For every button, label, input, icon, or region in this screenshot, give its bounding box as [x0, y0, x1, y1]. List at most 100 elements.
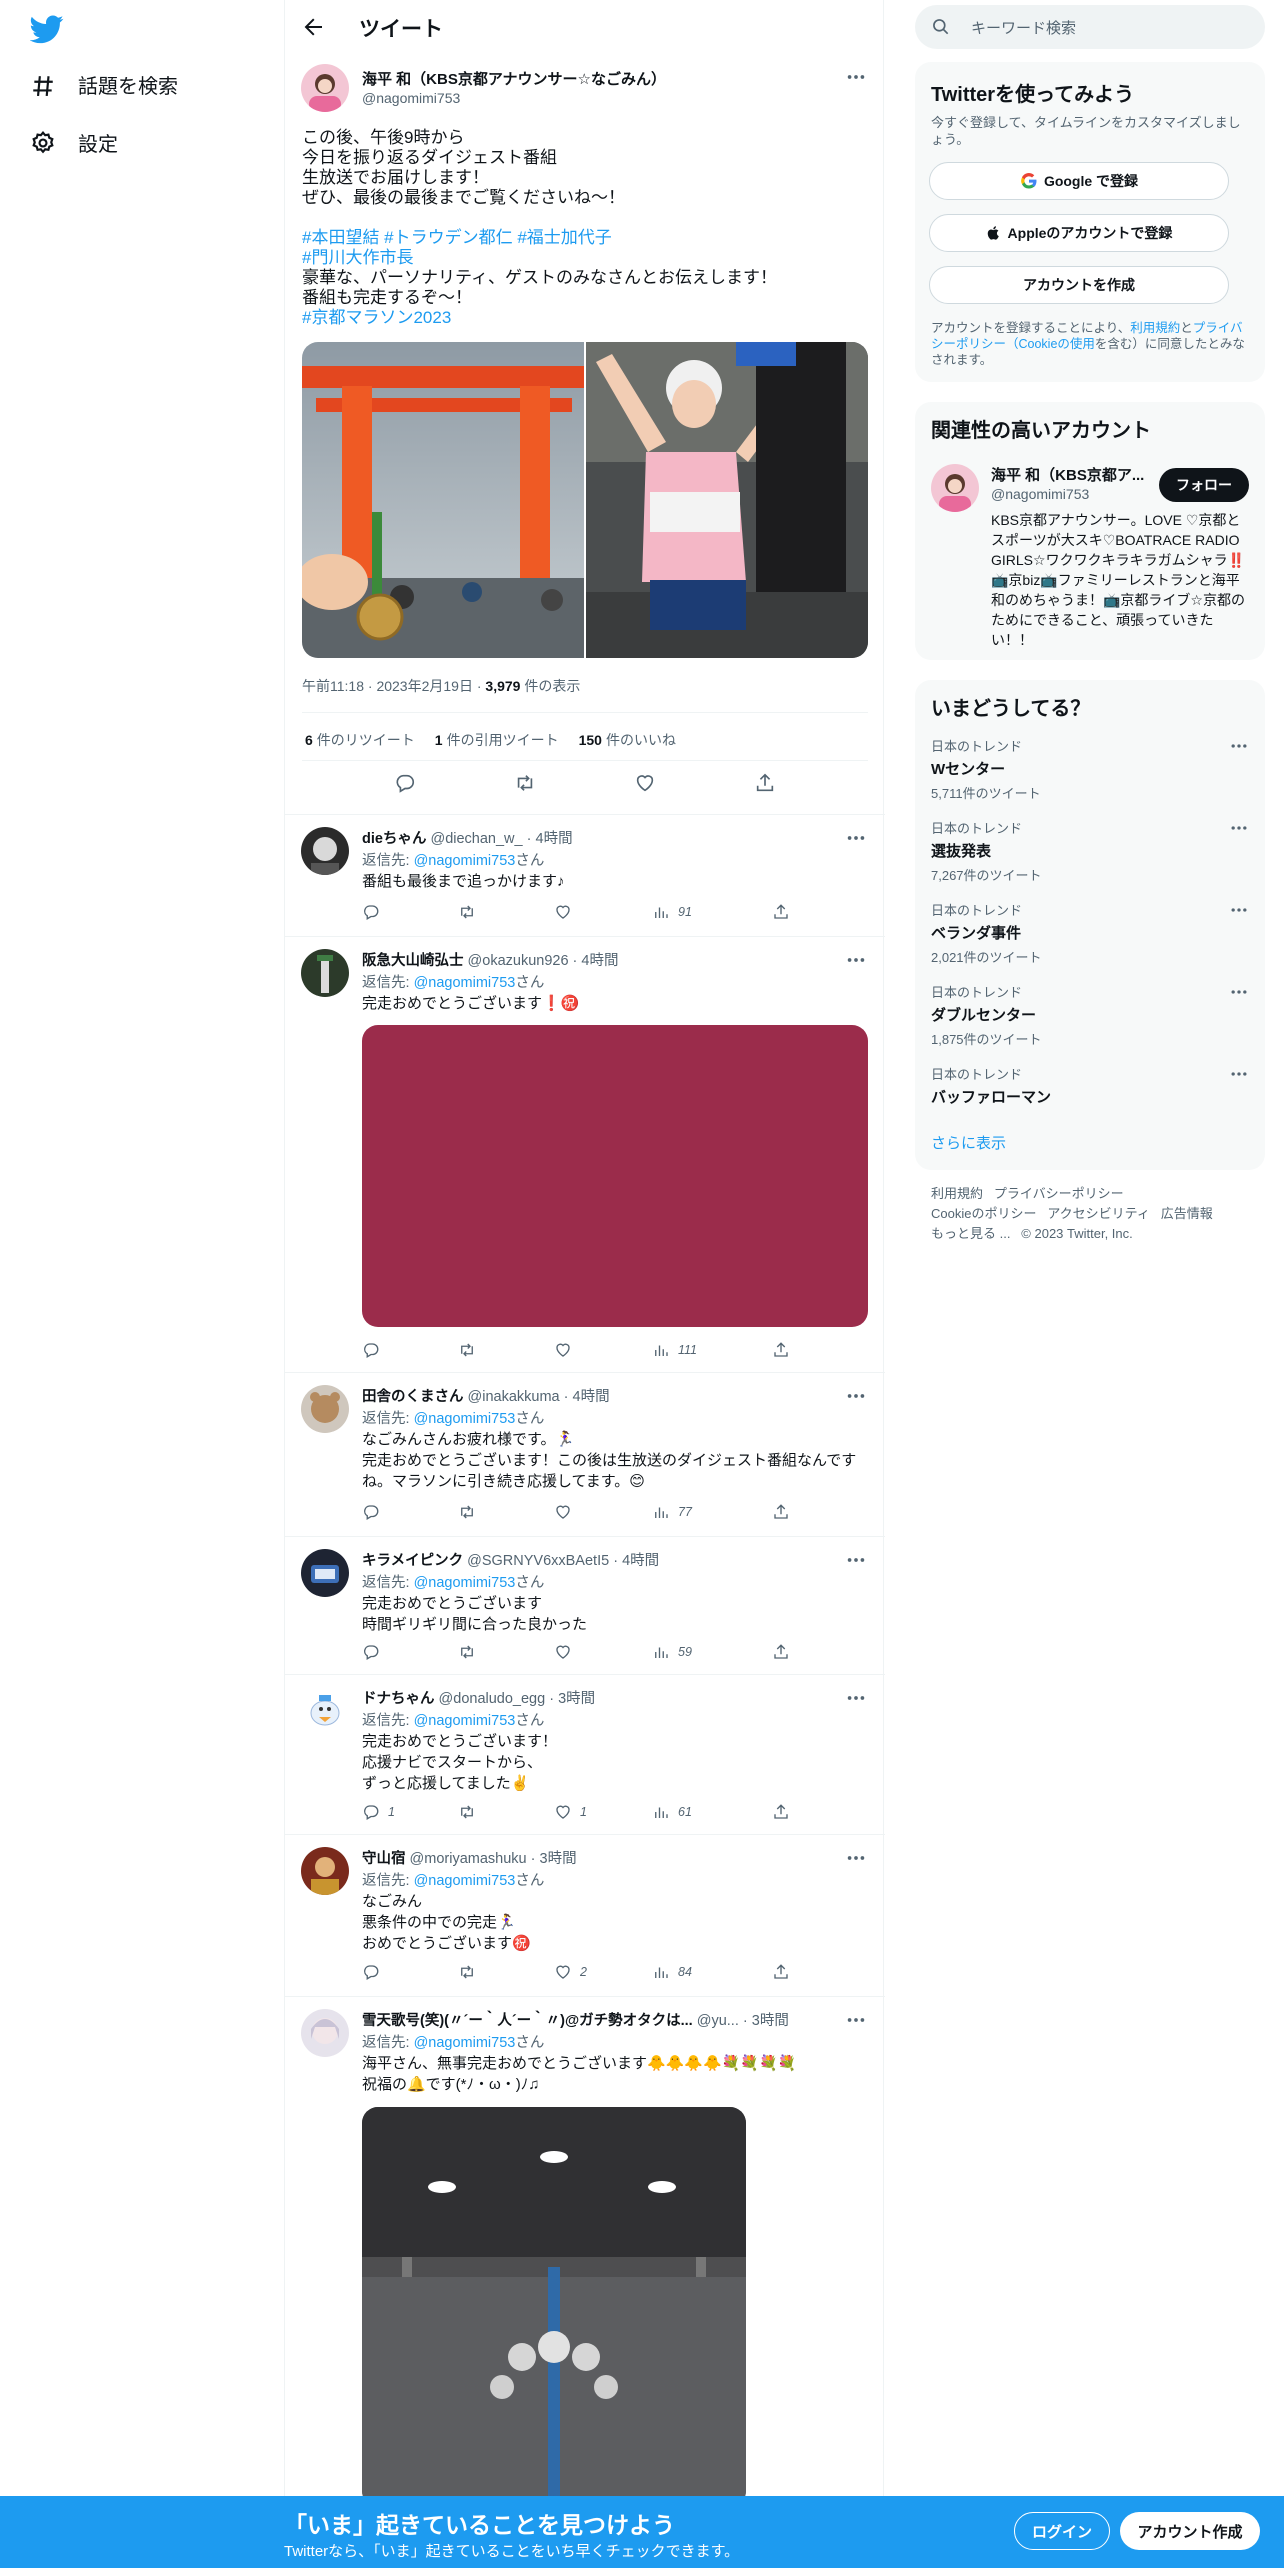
- reply-handle[interactable]: @moriyamashuku: [410, 1851, 527, 1867]
- tweet-hashtags-3[interactable]: #京都マラソン2023: [302, 308, 872, 328]
- footer-privacy[interactable]: プライバシーポリシー: [994, 1186, 1124, 1201]
- login-button[interactable]: ログイン: [1014, 2512, 1110, 2550]
- footer-accessibility[interactable]: アクセシビリティ: [1047, 1206, 1150, 1221]
- trend-item[interactable]: 日本のトレンド 選抜発表 7,267件のツイート: [931, 818, 1249, 884]
- share-button[interactable]: [772, 903, 790, 921]
- search-input[interactable]: キーワード検索: [971, 17, 1076, 38]
- trend-item[interactable]: 日本のトレンド バッファローマン: [931, 1064, 1249, 1107]
- reply-handle[interactable]: @donaludo_egg: [439, 1691, 546, 1707]
- retweet-icon[interactable]: [514, 772, 536, 794]
- more-icon[interactable]: [1229, 818, 1249, 838]
- more-icon[interactable]: [1229, 736, 1249, 756]
- retweet-button[interactable]: [458, 1341, 484, 1359]
- retweet-button[interactable]: [458, 1963, 484, 1981]
- author-avatar[interactable]: [301, 64, 349, 112]
- reply-name[interactable]: 守山宿: [362, 1851, 406, 1867]
- reply-avatar[interactable]: [301, 1385, 349, 1433]
- reply-button[interactable]: [362, 1963, 388, 1981]
- views-button[interactable]: 91: [652, 903, 692, 921]
- quotes-stat[interactable]: 1 件の引用ツイート: [435, 730, 559, 750]
- reply-icon[interactable]: [394, 772, 416, 794]
- footer-ads[interactable]: 広告情報: [1161, 1206, 1213, 1221]
- views-button[interactable]: 61: [652, 1803, 692, 1821]
- share-button[interactable]: [772, 1503, 790, 1521]
- reply-name[interactable]: 阪急大山崎弘士: [362, 953, 464, 969]
- more-icon[interactable]: [1229, 982, 1249, 1002]
- reply-tweet[interactable]: 田舎のくまさん @inakakkuma · 4時間 返信先: @nagomimi…: [285, 1372, 885, 1536]
- footer-more[interactable]: もっと見る ...: [931, 1226, 1010, 1241]
- reply-time[interactable]: 3時間: [752, 2013, 789, 2029]
- views-button[interactable]: 77: [652, 1503, 692, 1521]
- reply-handle[interactable]: @diechan_w_: [430, 831, 522, 847]
- hashtag-link[interactable]: #本田望結 #トラウデン都仁 #福士加代子: [302, 228, 612, 247]
- google-signup-button[interactable]: Google で登録: [929, 162, 1229, 200]
- tweet-hashtags-1[interactable]: #本田望結 #トラウデン都仁 #福士加代子: [302, 228, 872, 248]
- hashtag-link[interactable]: #京都マラソン2023: [302, 308, 451, 327]
- apple-signup-button[interactable]: Appleのアカウントで登録: [929, 214, 1229, 252]
- photo-runner[interactable]: [586, 342, 868, 658]
- related-name[interactable]: 海平 和（KBS京都ア...: [991, 464, 1151, 485]
- reply-handle[interactable]: @okazukun926: [468, 953, 569, 969]
- more-icon[interactable]: [845, 66, 867, 88]
- tweet-hashtags-2[interactable]: #門川大作市長: [302, 248, 872, 268]
- reply-tweet[interactable]: 守山宿 @moriyamashuku · 3時間 返信先: @nagomimi7…: [285, 1834, 885, 1996]
- reply-button[interactable]: [362, 903, 388, 921]
- reply-media[interactable]: [362, 1025, 868, 1327]
- reply-tweet[interactable]: ドナちゃん @donaludo_egg · 3時間 返信先: @nagomimi…: [285, 1674, 885, 1834]
- reply-avatar[interactable]: [301, 827, 349, 875]
- nav-explore[interactable]: 話題を検索: [30, 70, 178, 99]
- reply-time[interactable]: 3時間: [558, 1691, 595, 1707]
- reply-time[interactable]: 4時間: [573, 1389, 610, 1405]
- reply-to-link[interactable]: @nagomimi753: [414, 2035, 516, 2051]
- back-arrow-icon[interactable]: [301, 15, 325, 39]
- nav-settings[interactable]: 設定: [30, 128, 118, 157]
- tweet-date[interactable]: 2023年2月19日: [376, 678, 473, 694]
- reply-tweet[interactable]: 阪急大山崎弘士 @okazukun926 · 4時間 返信先: @nagomim…: [285, 936, 885, 1372]
- retweet-button[interactable]: [458, 1803, 484, 1821]
- like-button[interactable]: 2: [554, 1963, 587, 1981]
- like-button[interactable]: [554, 1341, 580, 1359]
- reply-name[interactable]: キラメイピンク: [362, 1553, 463, 1569]
- more-icon[interactable]: [845, 827, 867, 849]
- views-button[interactable]: 59: [652, 1643, 692, 1661]
- reply-avatar[interactable]: [301, 1847, 349, 1895]
- reply-to-link[interactable]: @nagomimi753: [414, 1411, 516, 1427]
- more-icon[interactable]: [845, 1687, 867, 1709]
- share-icon[interactable]: [754, 772, 776, 794]
- tweet-time[interactable]: 午前11:18: [302, 678, 364, 694]
- views-button[interactable]: 111: [652, 1341, 697, 1359]
- author-name[interactable]: 海平 和（KBS京都アナウンサー☆なごみん）: [362, 68, 666, 89]
- search-box[interactable]: キーワード検索: [915, 5, 1265, 49]
- like-button[interactable]: [554, 1503, 580, 1521]
- likes-stat[interactable]: 150 件のいいね: [579, 730, 676, 750]
- reply-name[interactable]: 田舎のくまさん: [362, 1389, 464, 1405]
- reply-to-link[interactable]: @nagomimi753: [414, 853, 516, 869]
- author-handle[interactable]: @nagomimi753: [362, 90, 460, 106]
- terms-link[interactable]: 利用規約: [1130, 321, 1180, 335]
- hashtag-link[interactable]: #門川大作市長: [302, 248, 413, 267]
- more-icon[interactable]: [845, 2009, 867, 2031]
- reply-button[interactable]: [362, 1503, 388, 1521]
- reply-time[interactable]: 3時間: [540, 1851, 577, 1867]
- share-button[interactable]: [772, 1803, 790, 1821]
- show-more-link[interactable]: さらに表示: [931, 1132, 1006, 1153]
- reply-handle[interactable]: @yu...: [697, 2013, 739, 2029]
- reply-handle[interactable]: @inakakkuma: [468, 1389, 560, 1405]
- reply-time[interactable]: 4時間: [622, 1553, 659, 1569]
- reply-avatar[interactable]: [301, 949, 349, 997]
- trend-item[interactable]: 日本のトレンド ベランダ事件 2,021件のツイート: [931, 900, 1249, 966]
- like-icon[interactable]: [634, 772, 656, 794]
- trend-item[interactable]: 日本のトレンド Wセンター 5,711件のツイート: [931, 736, 1249, 802]
- share-button[interactable]: [772, 1341, 790, 1359]
- reply-name[interactable]: dieちゃん: [362, 831, 426, 847]
- footer-terms[interactable]: 利用規約: [931, 1186, 983, 1201]
- reply-tweet[interactable]: 雪天歌号(笑)(〃´ー｀人´ー｀〃)@ガチ勢オタクは... @yu... · 3…: [285, 1996, 885, 2507]
- reply-handle[interactable]: @SGRNYV6xxBAetI5: [467, 1553, 609, 1569]
- reply-time[interactable]: 4時間: [581, 953, 618, 969]
- more-icon[interactable]: [845, 949, 867, 971]
- reply-to-link[interactable]: @nagomimi753: [414, 1873, 516, 1889]
- related-handle[interactable]: @nagomimi753: [991, 486, 1089, 502]
- related-avatar[interactable]: [931, 464, 979, 512]
- like-button[interactable]: 1: [554, 1803, 587, 1821]
- reply-time[interactable]: 4時間: [536, 831, 573, 847]
